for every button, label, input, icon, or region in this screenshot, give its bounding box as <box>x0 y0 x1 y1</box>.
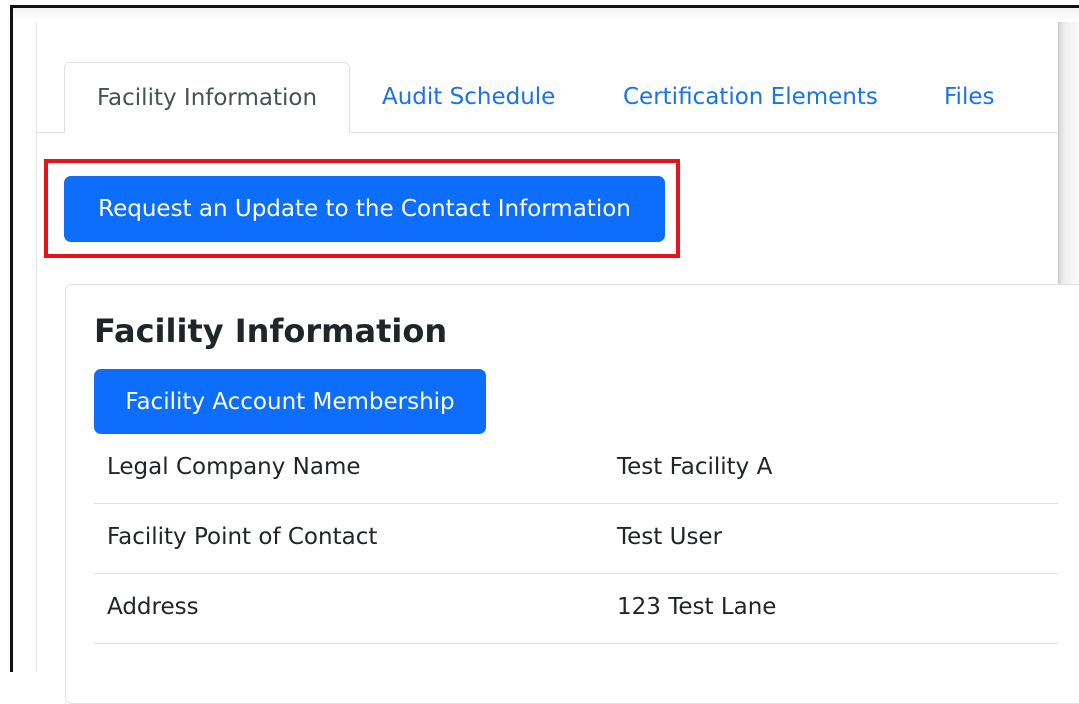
card-title: Facility Information <box>94 312 448 350</box>
top-shadow <box>13 8 1079 22</box>
tab-certification-elements[interactable]: Certification Elements <box>623 62 878 132</box>
tab-label: Certification Elements <box>623 84 878 110</box>
screenshot-frame: Facility Information Audit Schedule Cert… <box>0 0 1079 704</box>
table-row: Legal Company Name Test Facility A <box>94 434 1058 504</box>
frame-border-left <box>10 5 13 672</box>
row-label: Legal Company Name <box>107 454 361 480</box>
button-label: Request an Update to the Contact Informa… <box>98 196 631 222</box>
table-row: Address 123 Test Lane <box>94 574 1058 644</box>
request-update-contact-button[interactable]: Request an Update to the Contact Informa… <box>64 176 665 242</box>
facility-account-membership-button[interactable]: Facility Account Membership <box>94 369 486 434</box>
page-left-edge <box>36 22 37 672</box>
row-label: Facility Point of Contact <box>107 524 378 550</box>
tab-audit-schedule[interactable]: Audit Schedule <box>382 62 555 132</box>
row-value: Test User <box>617 524 723 550</box>
tab-facility-information[interactable]: Facility Information <box>64 62 350 133</box>
table-row-partial <box>94 644 1058 672</box>
row-value: 123 Test Lane <box>617 594 777 620</box>
tab-label: Audit Schedule <box>382 84 556 110</box>
tab-label: Files <box>944 84 995 110</box>
frame-border-top <box>10 5 1079 8</box>
row-value: Test Facility A <box>617 454 773 480</box>
row-label: Address <box>107 594 199 620</box>
table-row: Facility Point of Contact Test User <box>94 504 1058 574</box>
button-label: Facility Account Membership <box>125 388 455 415</box>
tab-files[interactable]: Files <box>944 62 994 132</box>
tab-label: Facility Information <box>96 84 318 111</box>
